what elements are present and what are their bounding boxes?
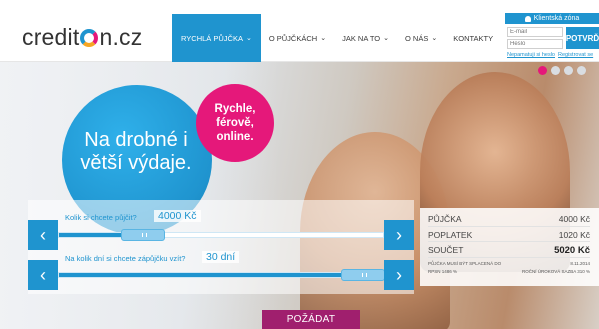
login-submit-button[interactable]: POTVRĎ [566, 27, 599, 49]
amount-increase-button[interactable]: › [384, 220, 414, 250]
nav-item-jak-na-to[interactable]: JAK NA TO ⌄ [334, 14, 397, 62]
summary-row-fee: POPLATEK 1020 Kč [428, 230, 590, 240]
email-field[interactable] [507, 27, 563, 37]
slider-dots [538, 66, 586, 75]
amount-slider[interactable] [58, 229, 384, 241]
summary-row-total: SOUČET 5020 Kč [428, 245, 590, 256]
chevron-down-icon: ⌄ [431, 35, 438, 42]
slider-dot[interactable] [538, 66, 547, 75]
nav-item-o-pujckach[interactable]: O PŮJČKÁCH ⌄ [261, 14, 334, 62]
days-slider-handle[interactable] [341, 269, 385, 281]
summary-row-loan: PŮJČKA 4000 Kč [428, 214, 590, 224]
days-value: 30 dní [202, 251, 240, 263]
chevron-right-icon: › [396, 224, 402, 245]
main-nav: RYCHLÁ PŮJČKA ⌄ O PŮJČKÁCH ⌄ JAK NA TO ⌄ O … [172, 14, 501, 62]
chevron-right-icon: › [396, 264, 402, 285]
hero-headline: Na drobné i větší výdaje. [80, 129, 192, 174]
chevron-left-icon: ‹ [40, 224, 46, 245]
days-decrease-button[interactable]: ‹ [28, 260, 58, 290]
slider-dot[interactable] [577, 66, 586, 75]
logo[interactable]: credit n.cz [22, 24, 142, 51]
rates-row: RPSN 1486 % ROČNÍ ÚROKOVÁ SAZBA 310 % [428, 269, 590, 274]
chevron-down-icon: ⌄ [383, 35, 390, 42]
chevron-left-icon: ‹ [40, 264, 46, 285]
chevron-down-icon: ⌄ [320, 35, 327, 42]
amount-value: 4000 Kč [154, 210, 201, 222]
nav-item-o-nas[interactable]: O NÁS ⌄ [397, 14, 445, 62]
password-field[interactable] [507, 39, 563, 49]
user-icon [524, 15, 531, 22]
days-question: Na kolik dní si chcete zápůjčku vzít? [65, 254, 186, 263]
slider-dot[interactable] [551, 66, 560, 75]
loan-summary: PŮJČKA 4000 Kč POPLATEK 1020 Kč SOUČET 5020… [420, 208, 599, 286]
request-loan-button[interactable]: POŽÁDAT [262, 310, 360, 329]
amount-slider-handle[interactable] [121, 229, 165, 241]
loan-calculator: Kolik si chcete půjčit? 4000 Kč ‹ › Na k… [28, 200, 414, 294]
hero-badge: Rychle, férově, online. [196, 84, 274, 162]
chevron-down-icon: ⌄ [245, 35, 252, 42]
days-slider[interactable] [58, 269, 385, 281]
nav-item-rychla-pujcka[interactable]: RYCHLÁ PŮJČKA ⌄ [172, 14, 261, 62]
hero-banner: Na drobné i větší výdaje. Rychle, férově… [0, 62, 599, 329]
nav-item-kontakty[interactable]: KONTAKTY [445, 14, 501, 62]
logo-ring-icon [80, 29, 99, 47]
forgot-password-link[interactable]: Nepamatuji si heslo [507, 52, 555, 58]
due-date-row: PŮJČKA MUSÍ BÝT SPLACENÁ DO 8.11.2014 [428, 261, 590, 266]
days-slider-fill [59, 273, 363, 277]
register-link[interactable]: Registrovat se [558, 52, 593, 58]
client-links: Nepamatuji si heslo Registrovat se [507, 52, 599, 58]
login-form: POTVRĎ [505, 26, 599, 52]
amount-decrease-button[interactable]: ‹ [28, 220, 58, 250]
amount-question: Kolik si chcete půjčit? [65, 213, 137, 222]
site-header: credit n.cz RYCHLÁ PŮJČKA ⌄ O PŮJČKÁCH ⌄ JA… [0, 0, 599, 62]
client-zone-title: Klientská zóna [505, 13, 599, 24]
client-zone: Klientská zóna POTVRĎ Nepamatuji si hesl… [505, 13, 599, 58]
slider-dot[interactable] [564, 66, 573, 75]
days-increase-button[interactable]: › [384, 260, 414, 290]
